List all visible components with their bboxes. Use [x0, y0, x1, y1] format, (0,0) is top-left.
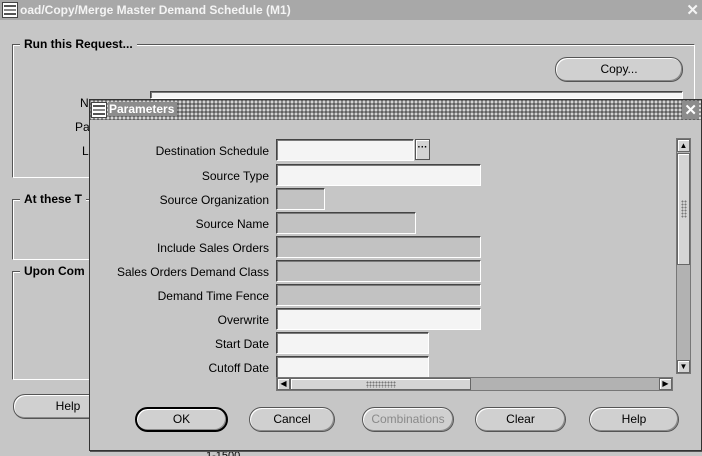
schedule-label: At these T [20, 192, 87, 206]
help-button[interactable]: Help [589, 407, 679, 432]
cutoff-date-field[interactable] [276, 356, 429, 378]
label-overwrite: Overwrite [217, 313, 269, 327]
bg-label-fragment-pa: Pa [75, 120, 90, 134]
oracle-app-icon [2, 2, 18, 18]
label-destination-schedule: Destination Schedule [155, 144, 269, 158]
parameters-dialog: Parameters ✕ Destination Schedule ··· So… [89, 99, 702, 451]
horizontal-grip [366, 381, 396, 388]
completion-frame [12, 271, 90, 380]
window-titlebar: oad/Copy/Merge Master Demand Schedule (M… [0, 0, 702, 20]
dialog-close-icon[interactable]: ✕ [682, 101, 699, 119]
bg-label-fragment-l: L [82, 144, 89, 158]
overwrite-field[interactable] [276, 308, 481, 330]
source-name-field[interactable] [276, 212, 416, 234]
cancel-button[interactable]: Cancel [249, 407, 335, 432]
include-sales-orders-field[interactable] [276, 236, 481, 258]
vertical-grip [681, 200, 687, 218]
start-date-field[interactable] [276, 332, 429, 354]
label-cutoff-date: Cutoff Date [208, 361, 269, 375]
bg-label-fragment-n: N [80, 96, 89, 110]
completion-label: Upon Com [20, 264, 89, 278]
label-sales-orders-demand-class: Sales Orders Demand Class [116, 265, 269, 279]
label-source-name: Source Name [195, 217, 269, 231]
label-source-type: Source Type [201, 169, 269, 183]
demand-time-fence-field[interactable] [276, 284, 481, 306]
window-title: oad/Copy/Merge Master Demand Schedule (M… [20, 3, 291, 17]
vertical-scrollbar[interactable]: ▲ ▼ [676, 138, 691, 374]
label-source-organization: Source Organization [159, 193, 269, 207]
destination-schedule-lov-button[interactable]: ··· [415, 139, 430, 160]
oracle-app-icon [91, 102, 107, 118]
label-start-date: Start Date [214, 337, 269, 351]
dialog-titlebar: Parameters ✕ [90, 100, 701, 120]
scroll-down-icon[interactable]: ▼ [677, 360, 690, 373]
window-close-icon[interactable]: ✕ [686, 1, 699, 19]
copy-button[interactable]: Copy... [555, 57, 683, 82]
horizontal-scroll-thumb[interactable] [290, 378, 471, 390]
clear-button[interactable]: Clear [475, 407, 566, 432]
label-demand-time-fence: Demand Time Fence [157, 289, 269, 303]
horizontal-scrollbar[interactable]: ◀ ▶ [276, 377, 673, 391]
request-name-field[interactable] [150, 91, 683, 99]
destination-schedule-field[interactable] [276, 139, 414, 161]
source-organization-field[interactable] [276, 188, 325, 210]
scroll-right-icon[interactable]: ▶ [659, 378, 672, 390]
run-request-label: Run this Request... [20, 37, 137, 51]
ok-button[interactable]: OK [135, 407, 228, 432]
scroll-left-icon[interactable]: ◀ [277, 378, 290, 390]
dialog-title: Parameters [108, 102, 178, 116]
source-type-field[interactable] [276, 164, 481, 186]
schedule-frame [12, 199, 90, 260]
combinations-button[interactable]: Combinations [362, 407, 454, 432]
label-include-sales-orders: Include Sales Orders [156, 241, 269, 255]
sales-orders-demand-class-field[interactable] [276, 260, 481, 282]
vertical-scroll-thumb[interactable] [677, 153, 690, 265]
scroll-up-icon[interactable]: ▲ [677, 139, 690, 152]
